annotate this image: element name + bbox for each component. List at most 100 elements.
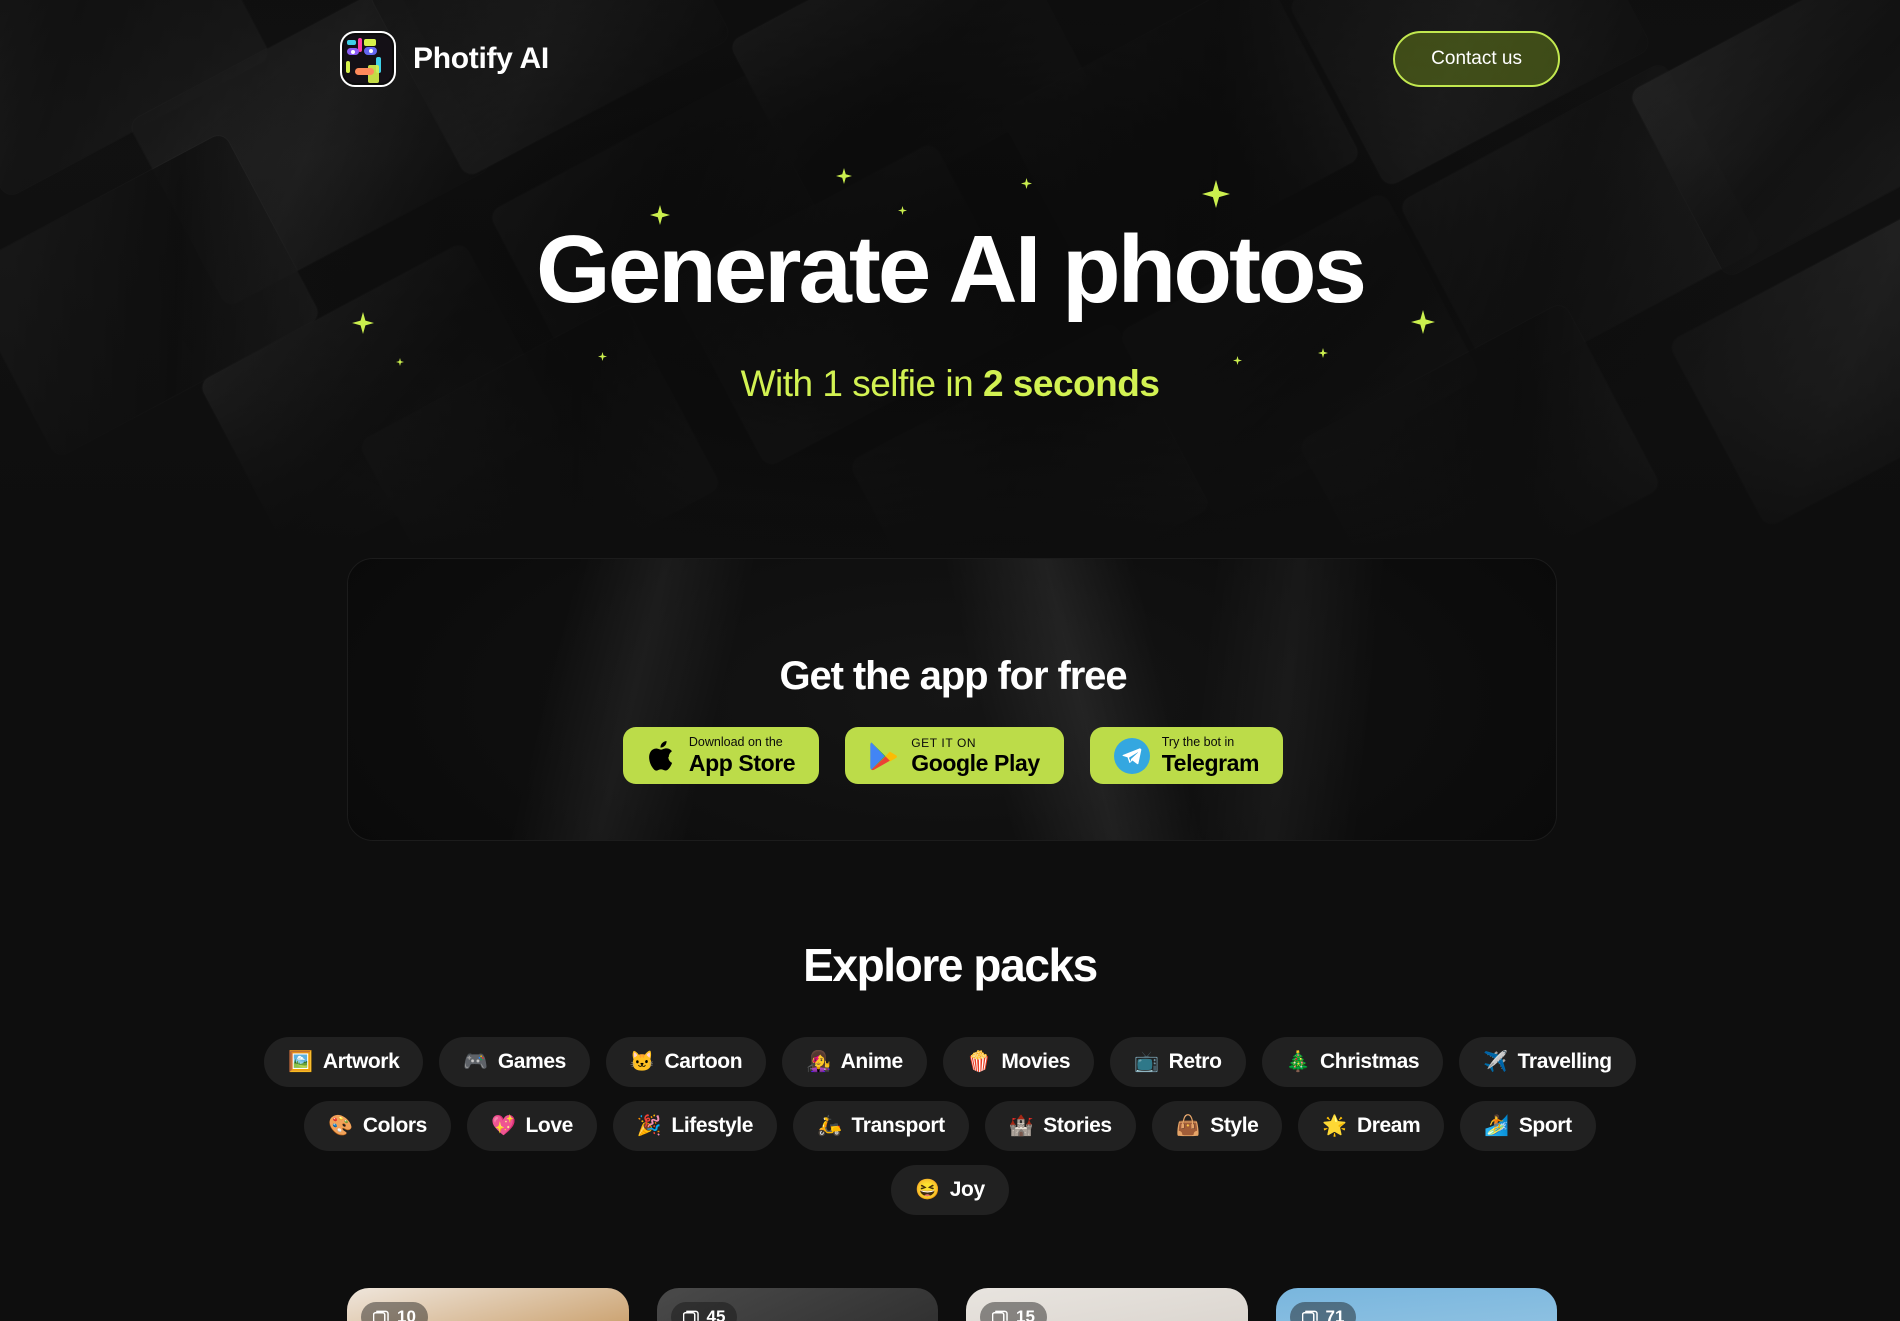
pack-chip-dream[interactable]: 🌟 Dream [1298,1101,1445,1151]
pack-chip-label: Movies [1001,1050,1071,1073]
pack-chip-label: Love [525,1114,573,1137]
apple-icon [649,740,672,771]
pack-chip-emoji-icon: 🎮 [463,1051,488,1073]
explore-packs-title: Explore packs [803,939,1098,991]
pack-chip-label: Travelling [1517,1050,1612,1073]
hero-subtitle-prefix: With 1 selfie in [740,363,983,404]
pack-chip-label: Christmas [1320,1050,1420,1073]
contact-us-button[interactable]: Contact us [1393,31,1560,87]
sparkle-icon [898,206,907,215]
pack-chip-colors[interactable]: 🎨 Colors [304,1101,451,1151]
hero-subtitle-highlight: 2 seconds [982,363,1160,404]
pack-chip-emoji-icon: 🌟 [1322,1115,1347,1137]
pack-photo-count: 15 [1016,1307,1035,1321]
pack-chip-label: Games [497,1050,566,1073]
app-store-label: App Store [688,749,796,776]
pack-photo-count-badge: 71 [1289,1302,1357,1321]
store-badges-group: Download on the App Store GET IT ON Goog… [348,727,1556,784]
pack-chip-artwork[interactable]: 🖼️ Artwork [264,1037,424,1087]
pack-chip-emoji-icon: 🏰 [1008,1115,1034,1137]
pack-card[interactable]: 10 [347,1288,629,1321]
app-store-badge[interactable]: Download on the App Store [622,727,820,784]
pack-photo-count-badge: 15 [980,1302,1047,1321]
photos-stack-icon [992,1310,1008,1321]
brand-name: Photify AI [413,42,549,75]
pack-chip-label: Cartoon [664,1050,743,1073]
pack-chip-label: Style [1210,1114,1259,1137]
get-the-app-card: Get the app for free Download on the App… [347,558,1557,841]
pack-chip-label: Anime [840,1050,904,1073]
pack-chip-joy[interactable]: 😆 Joy [891,1165,1009,1215]
pack-chip-row: 🎨 Colors 💖 Love 🎉 Lifestyle 🛵 Transport 🏰 Stories… [0,1101,1900,1151]
photos-stack-icon [682,1310,699,1321]
pack-cards-row: 10 45 15 71 [347,1288,1557,1321]
pack-chip-label: Dream [1356,1114,1421,1137]
pack-chip-row: 😆 Joy [0,1165,1900,1215]
pack-chip-label: Lifestyle [671,1114,754,1137]
photify-face-logo-icon [340,31,396,87]
telegram-icon [1113,737,1150,774]
pack-chip-cartoon[interactable]: 🐱 Cartoon [605,1037,767,1087]
landing-page: Photify AI Contact us Generate AI photos… [0,0,1900,1321]
pack-filter-chips: 🖼️ Artwork 🎮 Games 🐱 Cartoon 👩‍🎤 Anime 🍿 Movies 📺 R… [0,1037,1900,1229]
telegram-label: Telegram [1161,749,1260,776]
app-store-top-line: Download on the [688,735,783,750]
pack-chip-emoji-icon: 🏄 [1484,1115,1509,1137]
hero-subtitle: With 1 selfie in 2 seconds [0,363,1900,405]
telegram-badge[interactable]: Try the bot in Telegram [1089,727,1284,784]
pack-chip-emoji-icon: 🎄 [1285,1051,1311,1073]
pack-chip-emoji-icon: 🐱 [629,1051,655,1073]
pack-card[interactable]: 15 [966,1288,1248,1321]
pack-photo-count-badge: 10 [361,1302,428,1321]
app-card-title: Get the app for free [779,654,1128,698]
card-sheen-decoration [348,559,1556,840]
pack-chip-emoji-icon: 🎨 [328,1115,353,1137]
pack-chip-emoji-icon: 💖 [490,1115,516,1137]
photos-stack-icon [1301,1310,1318,1321]
pack-chip-christmas[interactable]: 🎄 Christmas [1261,1037,1444,1087]
site-header: Photify AI Contact us [0,0,1900,118]
pack-chip-emoji-icon: ✈️ [1483,1051,1508,1073]
sparkle-icon [1021,178,1032,189]
pack-chip-label: Joy [949,1178,985,1201]
pack-chip-lifestyle[interactable]: 🎉 Lifestyle [612,1101,778,1151]
pack-chip-emoji-icon: 👩‍🎤 [806,1051,831,1073]
pack-chip-label: Artwork [322,1050,400,1073]
pack-card[interactable]: 71 [1275,1288,1557,1321]
telegram-top-line: Try the bot in [1161,735,1235,750]
pack-chip-emoji-icon: 🖼️ [288,1051,313,1073]
pack-chip-movies[interactable]: 🍿 Movies [942,1037,1095,1087]
pack-chip-love[interactable]: 💖 Love [466,1101,597,1151]
pack-chip-emoji-icon: 🎉 [636,1115,662,1137]
photos-stack-icon [373,1310,389,1321]
pack-chip-emoji-icon: 👜 [1175,1115,1201,1137]
pack-chip-sport[interactable]: 🏄 Sport [1460,1101,1596,1151]
sparkle-icon [598,352,607,361]
google-play-top-line: GET IT ON [911,735,977,750]
pack-chip-emoji-icon: 🍿 [966,1051,992,1073]
pack-chip-label: Stories [1043,1114,1112,1137]
hero-title: Generate AI photos [536,216,1367,323]
pack-chip-anime[interactable]: 👩‍🎤 Anime [782,1037,927,1087]
sparkle-icon [1202,180,1230,208]
pack-photo-count: 10 [397,1307,416,1321]
pack-chip-stories[interactable]: 🏰 Stories [984,1101,1136,1151]
pack-chip-emoji-icon: 🛵 [817,1115,842,1137]
pack-photo-count: 71 [1325,1307,1345,1321]
google-play-icon [870,742,898,770]
pack-chip-games[interactable]: 🎮 Games [439,1037,590,1087]
pack-chip-travelling[interactable]: ✈️ Travelling [1459,1037,1636,1087]
pack-photo-count-badge: 45 [670,1302,738,1321]
pack-chip-style[interactable]: 👜 Style [1151,1101,1283,1151]
pack-photo-count: 45 [706,1307,726,1321]
sparkle-icon [1318,348,1328,358]
google-play-badge[interactable]: GET IT ON Google Play [845,727,1064,784]
pack-chip-emoji-icon: 😆 [915,1179,940,1201]
brand-logo-group[interactable]: Photify AI [340,31,549,87]
pack-chip-label: Retro [1168,1050,1222,1073]
google-play-label: Google Play [911,749,1040,776]
pack-chip-row: 🖼️ Artwork 🎮 Games 🐱 Cartoon 👩‍🎤 Anime 🍿 Movies 📺 R… [0,1037,1900,1087]
pack-chip-transport[interactable]: 🛵 Transport [793,1101,969,1151]
pack-chip-retro[interactable]: 📺 Retro [1110,1037,1246,1087]
pack-card[interactable]: 45 [656,1288,938,1321]
